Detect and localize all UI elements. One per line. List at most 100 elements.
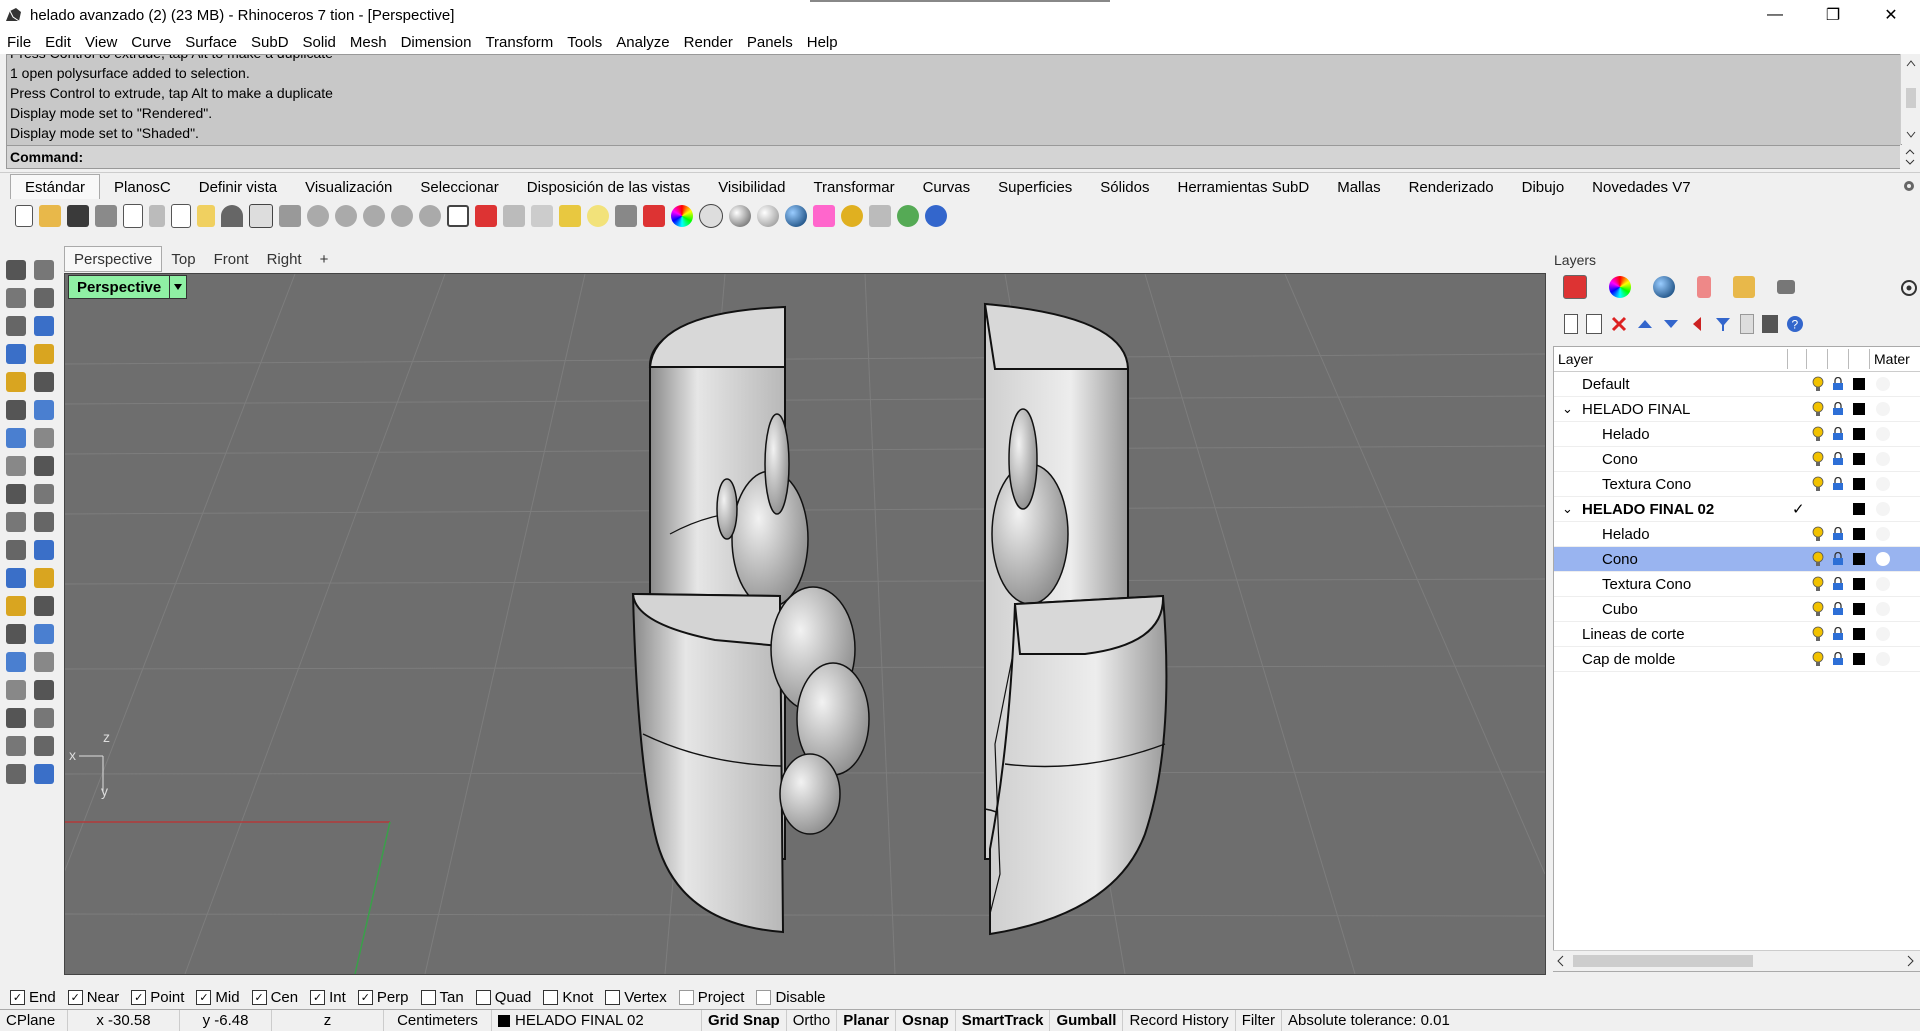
material-sphere-icon[interactable] [1876, 577, 1890, 591]
arc-tool-icon[interactable] [34, 372, 54, 392]
layer-color-swatch[interactable] [1853, 528, 1865, 540]
osnap-end[interactable]: ✓ End [10, 989, 56, 1006]
osnap-point[interactable]: ✓ Point [131, 989, 184, 1006]
command-input[interactable] [87, 147, 1901, 167]
osnap-checkbox[interactable]: ✓ [10, 989, 25, 1005]
collapse-chevron-icon[interactable]: ⌄ [1562, 501, 1573, 517]
osnap-quad[interactable]: Quad [475, 989, 531, 1006]
osnap-checkbox[interactable]: ✓ [131, 989, 147, 1005]
layer-color-swatch[interactable] [1853, 628, 1865, 640]
paint-tool-icon[interactable] [6, 764, 26, 784]
move-to-parent-icon[interactable] [1688, 315, 1706, 333]
lock-icon[interactable] [1832, 427, 1844, 441]
plugin-globe-icon[interactable] [897, 205, 919, 227]
osnap-checkbox[interactable] [678, 989, 694, 1005]
new-sublayer-icon[interactable] [1586, 314, 1602, 334]
ellipse-tool-icon[interactable] [6, 344, 26, 364]
osnap-checkbox[interactable]: ✓ [310, 989, 326, 1005]
materials-tab-icon[interactable] [1653, 276, 1675, 298]
minimize-button[interactable]: — [1746, 0, 1804, 30]
explode-tool-icon[interactable] [34, 540, 54, 560]
light-bulb-icon[interactable] [1812, 426, 1824, 442]
panel-gear-icon[interactable] [1900, 279, 1918, 297]
join-tool-icon[interactable] [6, 540, 26, 560]
filter-icon[interactable] [1714, 315, 1732, 333]
cplane-status[interactable]: CPlane [0, 1010, 68, 1031]
material-sphere-icon[interactable] [1876, 402, 1890, 416]
viewport-menu-dropdown[interactable] [169, 276, 186, 298]
mold-front-left[interactable] [631, 586, 870, 934]
osnap-project[interactable]: Project [678, 989, 744, 1006]
lock-icon[interactable] [1832, 402, 1844, 416]
layer-row[interactable]: ⌄ HELADO FINAL 02 ✓ [1554, 497, 1920, 522]
lock-icon[interactable] [1832, 652, 1844, 666]
layer-row[interactable]: Lineas de corte [1554, 622, 1920, 647]
light-bulb-icon[interactable] [1812, 476, 1824, 492]
check-tool-icon[interactable] [34, 708, 54, 728]
viewport-tab-right[interactable]: Right [258, 247, 311, 271]
menu-dimension[interactable]: Dimension [394, 34, 479, 51]
material-sphere-icon[interactable] [1876, 452, 1890, 466]
export-icon[interactable] [123, 204, 143, 228]
layer-row[interactable]: Textura Cono [1554, 572, 1920, 597]
menu-edit[interactable]: Edit [38, 34, 78, 51]
mold-front-right[interactable] [989, 594, 1168, 936]
light-bulb-icon[interactable] [1812, 526, 1824, 542]
tab-herramientas-subd[interactable]: Herramientas SubD [1164, 175, 1324, 199]
layer-row[interactable]: Helado [1554, 422, 1920, 447]
material-sphere-icon[interactable] [1876, 602, 1890, 616]
layer-row[interactable]: Cono [1554, 547, 1920, 572]
osnap-checkbox[interactable] [475, 989, 491, 1005]
move-up-icon[interactable] [1636, 315, 1654, 333]
osnap-checkbox[interactable]: ✓ [251, 989, 267, 1005]
tab-dibujo[interactable]: Dibujo [1508, 175, 1579, 199]
light-bulb-icon[interactable] [1812, 451, 1824, 467]
tab-definir-vista[interactable]: Definir vista [185, 175, 291, 199]
zoom-window-icon[interactable] [335, 205, 357, 227]
osnap-checkbox[interactable] [420, 989, 436, 1005]
layer-icon[interactable] [643, 205, 665, 227]
cylinder-tool-icon[interactable] [6, 456, 26, 476]
layer-color-swatch[interactable] [1853, 578, 1865, 590]
menu-subd[interactable]: SubD [244, 34, 296, 51]
layer-color-swatch[interactable] [1853, 503, 1865, 515]
layer-color-swatch[interactable] [1853, 553, 1865, 565]
light-tool-icon[interactable] [34, 736, 54, 756]
zoom-extents-icon[interactable] [363, 205, 385, 227]
lock-icon[interactable] [615, 205, 637, 227]
osnap-checkbox[interactable]: ✓ [196, 989, 212, 1005]
menu-view[interactable]: View [78, 34, 124, 51]
dimension-tool-icon[interactable] [34, 596, 54, 616]
mirror-tool-icon[interactable] [34, 624, 54, 644]
settings-gear-icon[interactable] [841, 205, 863, 227]
tab-curvas[interactable]: Curvas [909, 175, 985, 199]
ghosted-sphere-icon[interactable] [757, 205, 779, 227]
help-icon[interactable]: ? [1786, 315, 1804, 333]
osnap-toggle[interactable]: Osnap [896, 1010, 956, 1031]
gear-icon[interactable] [1902, 179, 1916, 193]
menu-file[interactable]: File [0, 34, 38, 51]
zoom-icon[interactable] [307, 205, 329, 227]
maximize-button[interactable]: ❐ [1804, 0, 1862, 30]
print-icon[interactable] [95, 205, 117, 227]
cut-icon[interactable] [149, 205, 165, 227]
record-history-toggle[interactable]: Record History [1123, 1010, 1236, 1031]
osnap-disable[interactable]: Disable [756, 989, 826, 1006]
ortho-toggle[interactable]: Ortho [787, 1010, 838, 1031]
boolean-tool-icon[interactable] [6, 512, 26, 532]
render-tool-icon[interactable] [6, 736, 26, 756]
new-file-icon[interactable] [15, 205, 33, 227]
layer-row[interactable]: ⌄ HELADO FINAL [1554, 397, 1920, 422]
undo-icon[interactable] [221, 205, 243, 227]
menu-tools[interactable]: Tools [560, 34, 609, 51]
copy-icon[interactable] [171, 204, 191, 228]
osnap-checkbox[interactable]: ✓ [357, 989, 373, 1005]
layer-color-swatch[interactable] [1853, 428, 1865, 440]
tab-superficies[interactable]: Superficies [984, 175, 1086, 199]
perspective-viewport[interactable]: x y z [64, 273, 1546, 975]
layer-row[interactable]: Cono [1554, 447, 1920, 472]
move-down-icon[interactable] [1662, 315, 1680, 333]
layer-color-swatch[interactable] [1853, 653, 1865, 665]
menu-panels[interactable]: Panels [740, 34, 800, 51]
layer-row[interactable]: Default [1554, 372, 1920, 397]
